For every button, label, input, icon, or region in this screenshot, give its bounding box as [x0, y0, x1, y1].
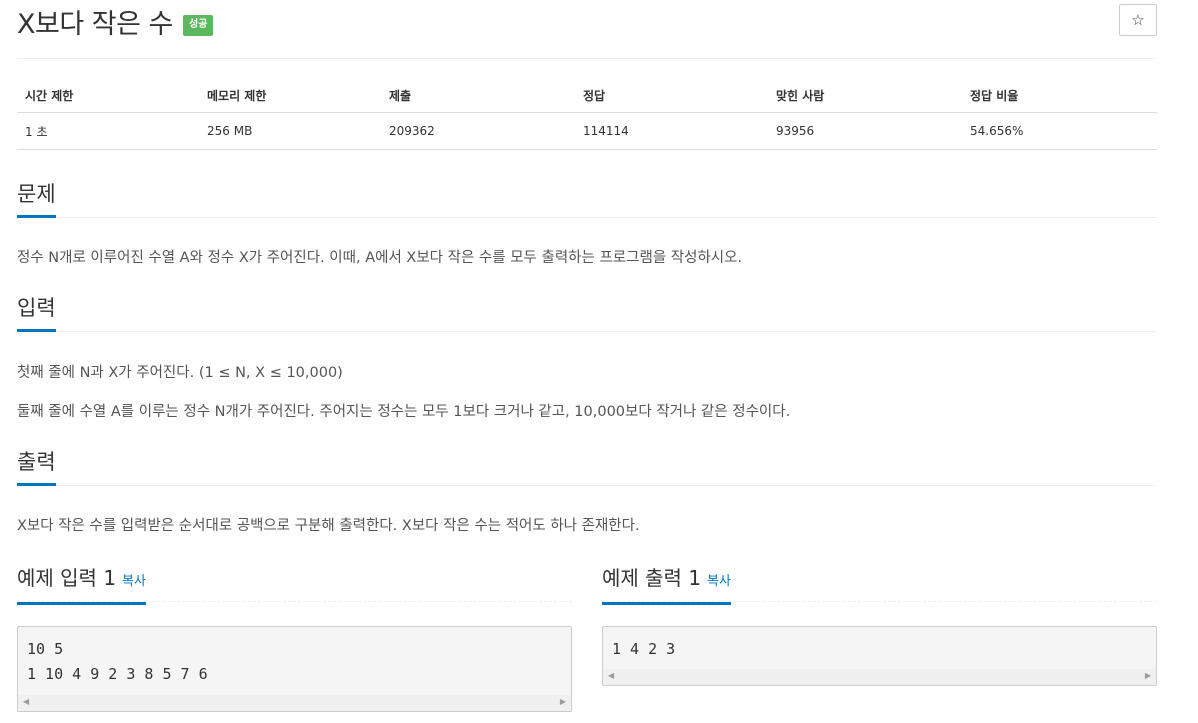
problem-page: X보다 작은 수 성공 ☆ 시간 제한 메모리 제한 제출 정답 맞힌 사람 정…	[17, 0, 1157, 712]
sample-output-title-text: 예제 출력 1	[602, 566, 702, 590]
page-title: X보다 작은 수	[17, 9, 173, 40]
sample-output-scrollbar[interactable]: ◀ ▶	[603, 669, 1156, 685]
sample-output-header: 예제 출력 1 복사	[602, 565, 1157, 605]
sample-input-box[interactable]: 10 5 1 10 4 9 2 3 8 5 7 6 ◀ ▶	[17, 626, 572, 712]
solvers-value: 93956	[768, 112, 962, 150]
sample-input-header: 예제 입력 1 복사	[17, 565, 572, 605]
scroll-right-arrow-icon[interactable]: ▶	[560, 697, 566, 706]
scroll-left-arrow-icon[interactable]: ◀	[608, 671, 614, 680]
favorite-button[interactable]: ☆	[1119, 4, 1157, 36]
copy-sample-input-button[interactable]: 복사	[122, 574, 146, 589]
sample-input-scrollbar[interactable]: ◀ ▶	[18, 695, 571, 711]
sample-input-panel: 예제 입력 1 복사 10 5 1 10 4 9 2 3 8 5 7 6 ◀ ▶	[17, 565, 572, 712]
header-solvers: 맞힌 사람	[768, 78, 962, 113]
sample-output-title: 예제 출력 1 복사	[602, 565, 731, 605]
sample-input-title-text: 예제 입력 1	[17, 566, 117, 590]
sample-output-box[interactable]: 1 4 2 3 ◀ ▶	[602, 626, 1157, 686]
sample-output-text: 1 4 2 3	[612, 640, 676, 658]
accepted-value: 114114	[575, 112, 768, 150]
scroll-left-arrow-icon[interactable]: ◀	[23, 697, 29, 706]
table-row: 1 초 256 MB 209362 114114 93956 54.656%	[17, 112, 1157, 150]
ratio-value: 54.656%	[962, 112, 1157, 150]
header-memory-limit: 메모리 제한	[199, 78, 381, 113]
memory-limit-value: 256 MB	[199, 112, 381, 150]
title-row: X보다 작은 수 성공 ☆	[17, 0, 1157, 59]
output-text: X보다 작은 수를 입력받은 순서대로 공백으로 구분해 출력한다. X보다 작…	[17, 518, 640, 534]
input-section: 입력 첫째 줄에 N과 X가 주어진다. (1 ≤ N, X ≤ 10,000)…	[17, 295, 1157, 422]
header-submissions: 제출	[381, 78, 575, 113]
header-accepted: 정답	[575, 78, 768, 113]
input-header: 입력	[17, 295, 1157, 332]
input-title: 입력	[17, 295, 56, 332]
submissions-value: 209362	[381, 112, 575, 150]
sample-input-text: 10 5 1 10 4 9 2 3 8 5 7 6	[27, 640, 208, 683]
output-title: 출력	[17, 449, 56, 486]
input-line-2: 둘째 줄에 수열 A를 이루는 정수 N개가 주어진다. 주어지는 정수는 모두…	[17, 404, 791, 420]
output-header: 출력	[17, 449, 1157, 486]
input-line-1: 첫째 줄에 N과 X가 주어진다. (1 ≤ N, X ≤ 10,000)	[17, 365, 343, 381]
scroll-right-arrow-icon[interactable]: ▶	[1145, 671, 1151, 680]
copy-sample-output-button[interactable]: 복사	[707, 574, 731, 589]
output-section: 출력 X보다 작은 수를 입력받은 순서대로 공백으로 구분해 출력한다. X보…	[17, 449, 1157, 536]
sample-input-title: 예제 입력 1 복사	[17, 565, 146, 605]
description-header: 문제	[17, 181, 1157, 218]
description-text: 정수 N개로 이루어진 수열 A와 정수 X가 주어진다. 이때, A에서 X보…	[17, 250, 743, 266]
table-header-row: 시간 제한 메모리 제한 제출 정답 맞힌 사람 정답 비율	[17, 78, 1157, 113]
sample-output-panel: 예제 출력 1 복사 1 4 2 3 ◀ ▶	[602, 565, 1157, 686]
time-limit-value: 1 초	[17, 112, 199, 150]
header-time-limit: 시간 제한	[17, 78, 199, 113]
description-section: 문제 정수 N개로 이루어진 수열 A와 정수 X가 주어진다. 이때, A에서…	[17, 181, 1157, 268]
header-ratio: 정답 비율	[962, 78, 1157, 113]
star-icon: ☆	[1131, 11, 1145, 29]
problem-info-table: 시간 제한 메모리 제한 제출 정답 맞힌 사람 정답 비율 1 초 256 M…	[17, 78, 1157, 150]
status-badge: 성공	[183, 15, 214, 36]
description-title: 문제	[17, 181, 56, 218]
